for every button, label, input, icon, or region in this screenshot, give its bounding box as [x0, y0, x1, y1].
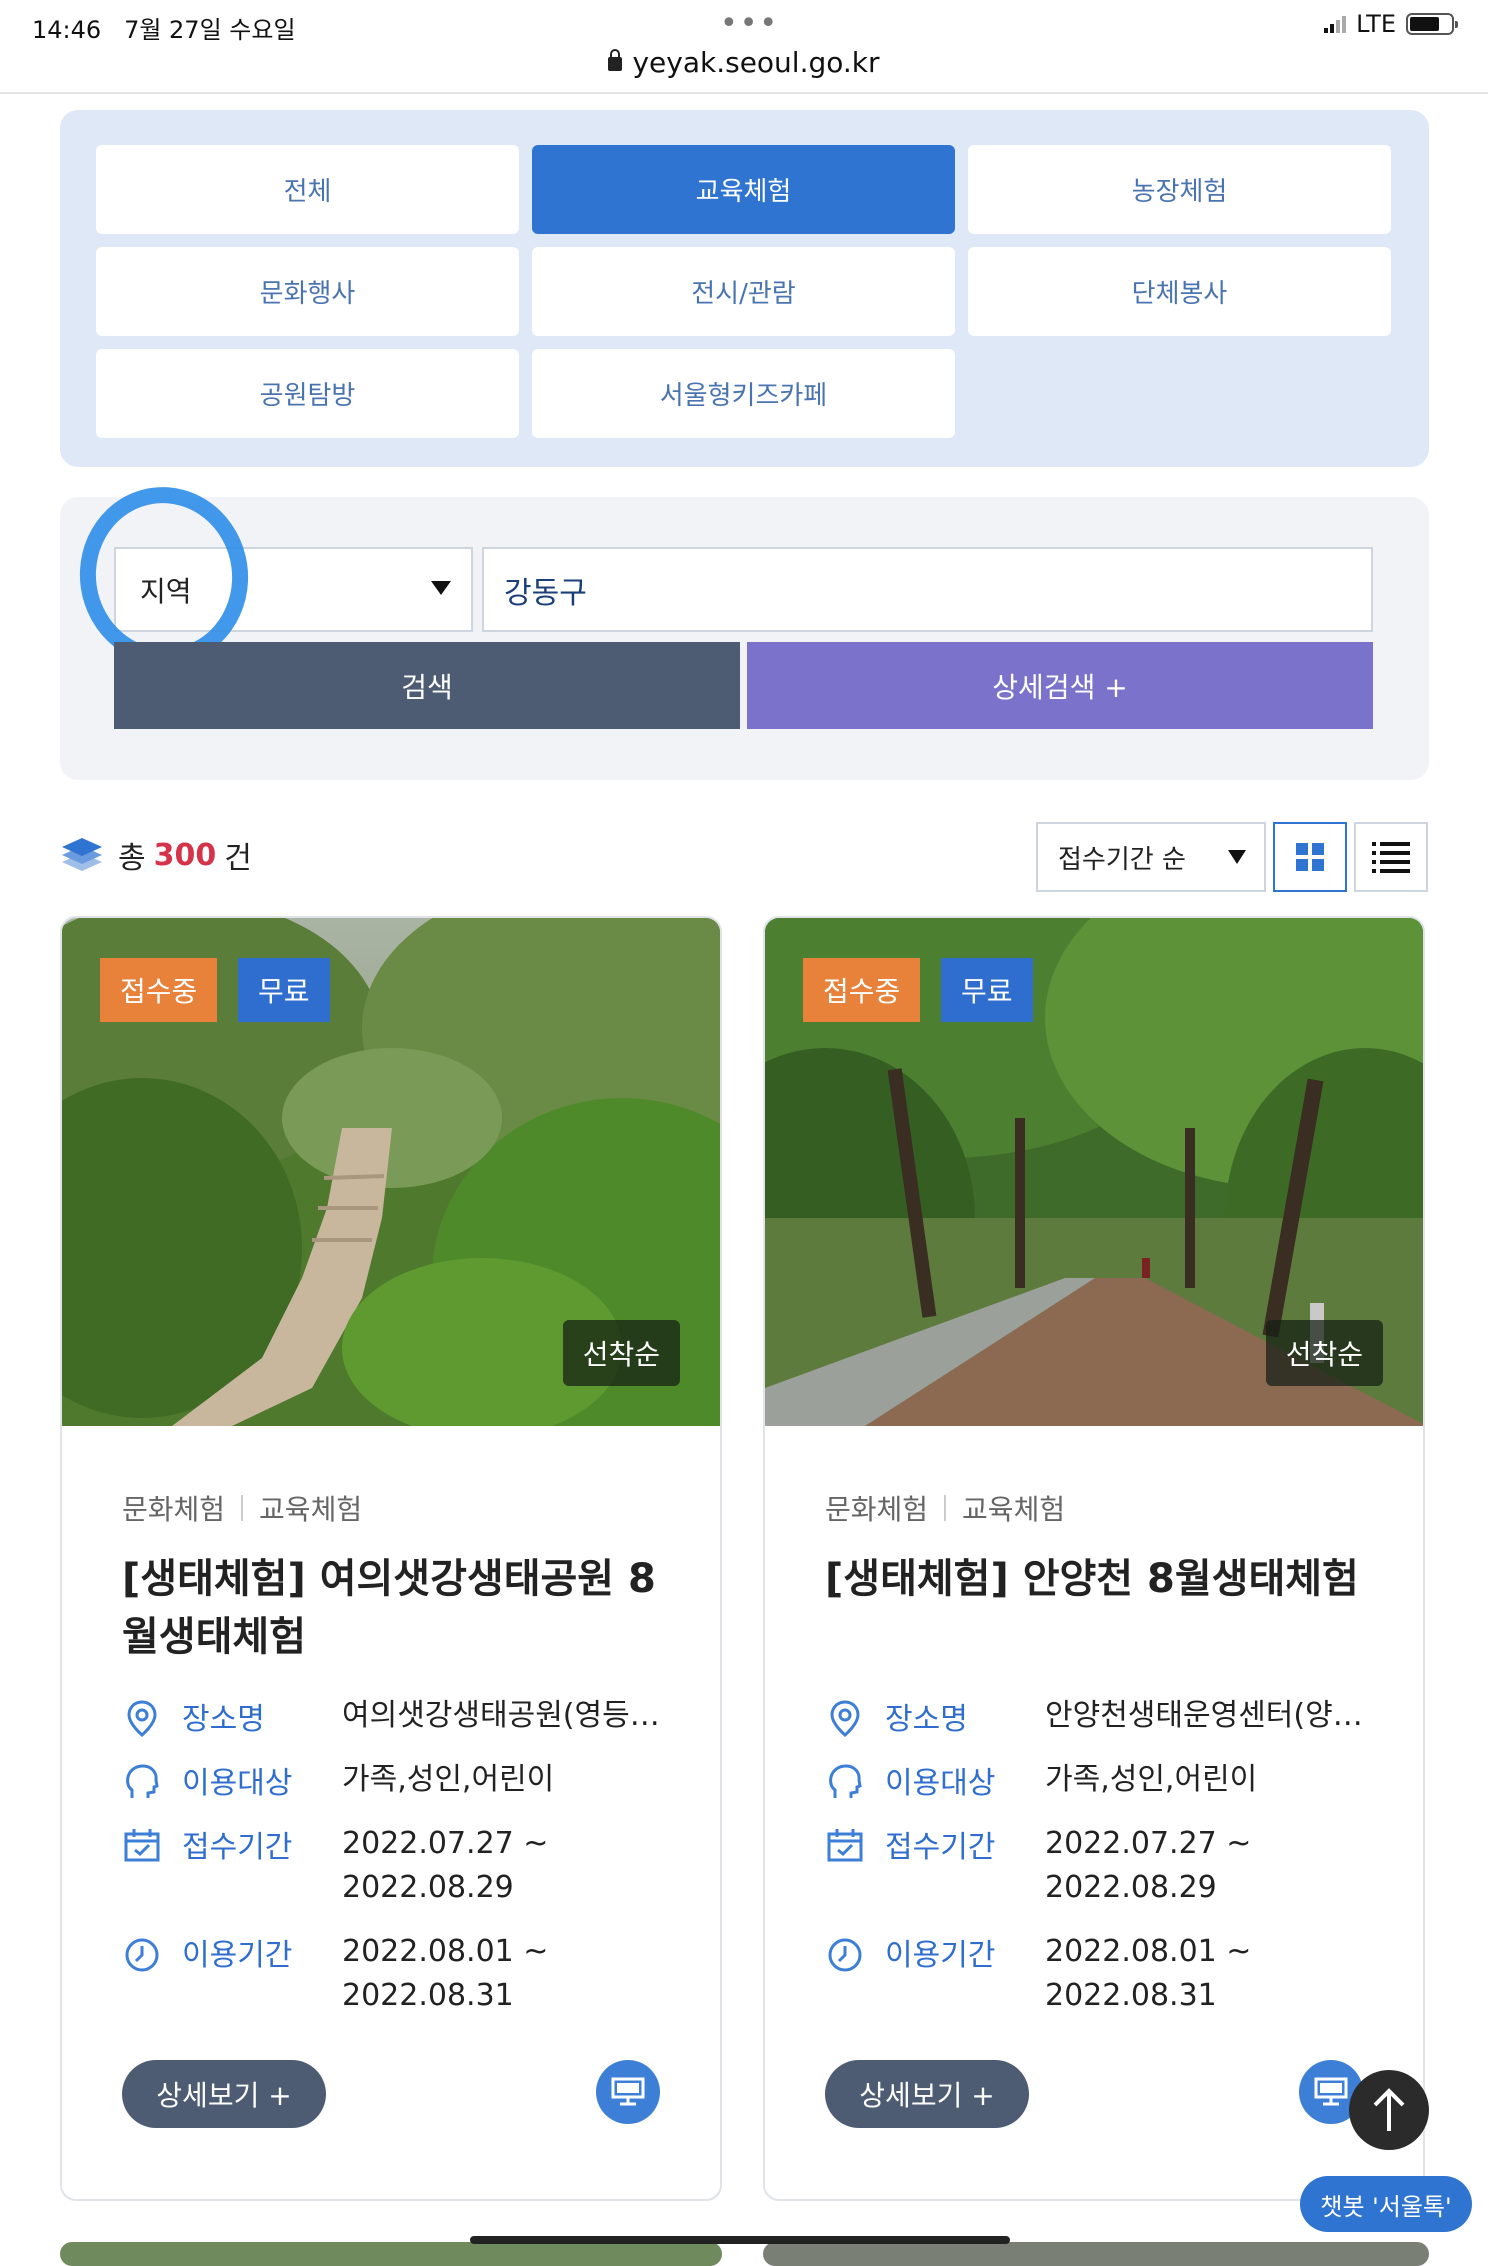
online-button[interactable] — [596, 2060, 660, 2124]
info-value: 가족,성인,어린이 — [1045, 1762, 1258, 1797]
method-badge: 선착순 — [562, 1320, 680, 1386]
info-target: 이용대상 가족,성인,어린이 — [825, 1758, 1405, 1808]
category-volunteer[interactable]: 단체봉사 — [968, 247, 1391, 336]
clock-icon — [125, 1938, 159, 1972]
category-kids-cafe[interactable]: 서울형키즈카페 — [532, 349, 955, 438]
status-bar: 14:46 7월 27일 수요일 ••• yeyak.seoul.go.kr L… — [0, 0, 1488, 94]
sort-select[interactable]: 접수기간 순 — [1036, 822, 1266, 892]
region-input-value: 강동구 — [504, 575, 587, 611]
card-title[interactable]: [생태체험] 안양천 8월생태체험 — [825, 1550, 1365, 1608]
arrow-up-icon — [1373, 2088, 1405, 2131]
info-usage: 이용기간 2022.08.01 ~2022.08.31 — [122, 1930, 702, 2030]
category-culture[interactable]: 문화행사 — [96, 247, 519, 336]
location-pin-icon — [830, 1700, 860, 1737]
monitor-icon — [611, 2077, 645, 2106]
total-count: 300 — [153, 837, 217, 873]
status-indicators: LTE — [1324, 10, 1458, 38]
grid-view-button[interactable] — [1273, 822, 1347, 892]
card-body: 문화체험 교육체험 [생태체험] 여의샛강생태공원 8월생태체험 — [122, 1488, 680, 1666]
monitor-icon — [1314, 2077, 1348, 2106]
scroll-top-button[interactable] — [1349, 2070, 1429, 2150]
location-pin-icon — [127, 1700, 157, 1737]
caret-down-icon — [1228, 850, 1246, 864]
category-divider — [944, 1495, 947, 1521]
info-label: 접수기간 — [182, 1830, 293, 1865]
category-all[interactable]: 전체 — [96, 145, 519, 234]
lock-icon — [608, 49, 623, 71]
chatbot-button[interactable]: 챗봇 '서울톡' — [1300, 2176, 1472, 2232]
category-farm[interactable]: 농장체험 — [968, 145, 1391, 234]
search-panel: 지역 강동구 검색 상세검색 + — [60, 476, 1429, 780]
signal-icon — [1324, 15, 1347, 33]
info-value: 가족,성인,어린이 — [342, 1762, 555, 1797]
info-label: 장소명 — [885, 1702, 968, 1737]
price-badge: 무료 — [238, 958, 330, 1022]
card-body: 문화체험 교육체험 [생태체험] 안양천 8월생태체험 — [825, 1488, 1383, 1608]
category-exhibition[interactable]: 전시/관람 — [532, 247, 955, 336]
result-total: 총 300 건 — [60, 832, 252, 878]
info-place: 장소명 안양천생태운영센터(양천구) — [825, 1694, 1405, 1744]
card-categories: 문화체험 교육체험 — [825, 1488, 1383, 1528]
card-category: 문화체험 — [825, 1493, 929, 1526]
info-label: 이용기간 — [182, 1938, 293, 1973]
list-view-icon — [1372, 841, 1410, 873]
info-value: 2022.07.27 ~2022.08.29 — [1045, 1826, 1252, 1905]
browser-menu-dots[interactable]: ••• — [720, 6, 779, 41]
sort-select-value: 접수기간 순 — [1058, 844, 1186, 875]
user-head-icon — [829, 1764, 862, 1798]
calendar-icon — [124, 1829, 160, 1862]
clock-icon — [828, 1938, 862, 1972]
info-reception: 접수기간 2022.07.27 ~2022.08.29 — [825, 1822, 1405, 1922]
status-badge: 접수중 — [100, 958, 218, 1022]
info-value: 2022.08.01 ~2022.08.31 — [342, 1934, 549, 2013]
category-panel: 전체 교육체험 농장체험 문화행사 전시/관람 단체봉사 공원탐방 서울형키즈카… — [60, 110, 1429, 467]
info-value: 여의샛강생태공원(영등포구) — [342, 1698, 662, 1733]
network-label: LTE — [1356, 10, 1396, 38]
price-badge: 무료 — [941, 958, 1033, 1022]
program-card[interactable]: 접수중 무료 선착순 문화체험 교육체험 [생태체험] 여의샛강생태공원 8월생… — [60, 916, 722, 2201]
address-bar[interactable]: yeyak.seoul.go.kr — [0, 46, 1488, 79]
info-label: 이용기간 — [885, 1938, 996, 1973]
status-time-date: 14:46 7월 27일 수요일 — [32, 16, 296, 44]
info-usage: 이용기간 2022.08.01 ~2022.08.31 — [825, 1930, 1405, 2030]
card-category: 교육체험 — [962, 1493, 1066, 1526]
program-card[interactable]: 접수중 무료 선착순 문화체험 교육체험 [생태체험] 안양천 8월생태체험 장… — [763, 916, 1425, 2201]
info-target: 이용대상 가족,성인,어린이 — [122, 1758, 702, 1808]
info-reception: 접수기간 2022.07.27 ~2022.08.29 — [122, 1822, 702, 1922]
calendar-icon — [827, 1829, 863, 1862]
layers-icon — [60, 835, 104, 875]
detail-button[interactable]: 상세보기 + — [825, 2060, 1029, 2128]
url-text: yeyak.seoul.go.kr — [632, 46, 880, 79]
card-category: 교육체험 — [259, 1493, 363, 1526]
status-badge: 접수중 — [803, 958, 921, 1022]
user-head-icon — [126, 1764, 159, 1798]
detail-button[interactable]: 상세보기 + — [122, 2060, 326, 2128]
search-button[interactable]: 검색 — [114, 642, 740, 729]
info-value: 2022.08.01 ~2022.08.31 — [1045, 1934, 1252, 2013]
info-value: 안양천생태운영센터(양천구) — [1045, 1698, 1365, 1733]
grid-view-icon — [1296, 843, 1324, 871]
card-title[interactable]: [생태체험] 여의샛강생태공원 8월생태체험 — [122, 1550, 662, 1666]
advanced-search-button[interactable]: 상세검색 + — [747, 642, 1373, 729]
info-label: 이용대상 — [885, 1766, 996, 1801]
method-badge: 선착순 — [1265, 1320, 1383, 1386]
battery-icon — [1406, 13, 1458, 35]
category-divider — [241, 1495, 244, 1521]
info-label: 이용대상 — [182, 1766, 293, 1801]
total-prefix: 총 — [118, 841, 146, 876]
region-input[interactable]: 강동구 — [482, 547, 1373, 632]
caret-down-icon — [431, 581, 451, 595]
list-view-button[interactable] — [1354, 822, 1428, 892]
info-label: 접수기간 — [885, 1830, 996, 1865]
info-label: 장소명 — [182, 1702, 265, 1737]
category-education[interactable]: 교육체험 — [532, 145, 955, 234]
info-value: 2022.07.27 ~2022.08.29 — [342, 1826, 549, 1905]
info-place: 장소명 여의샛강생태공원(영등포구) — [122, 1694, 702, 1744]
category-park[interactable]: 공원탐방 — [96, 349, 519, 438]
card-categories: 문화체험 교육체험 — [122, 1488, 680, 1528]
card-category: 문화체험 — [122, 1493, 226, 1526]
next-cards-preview — [60, 2236, 1429, 2266]
total-suffix: 건 — [224, 841, 252, 876]
